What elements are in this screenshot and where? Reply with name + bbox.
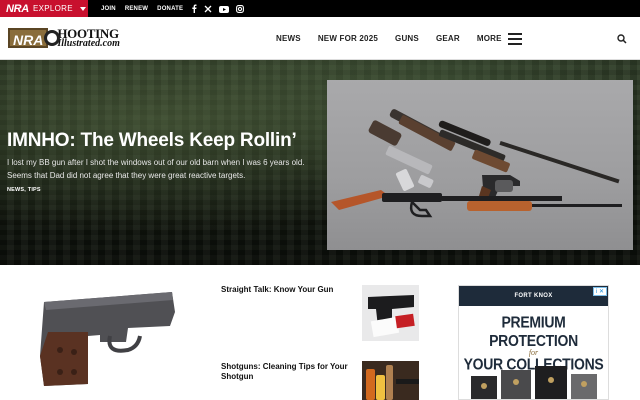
nav-new-for-2025[interactable]: NEW FOR 2025 <box>318 34 378 43</box>
x-icon[interactable] <box>204 0 212 18</box>
instagram-icon[interactable] <box>236 0 244 18</box>
feature-pistol-photo[interactable] <box>30 280 190 400</box>
ad-brand-bar: FORT KNOX <box>459 286 608 306</box>
search-icon <box>617 34 627 44</box>
logo-wordmark: HOOTING Illustrated.com <box>57 27 120 49</box>
hamburger-menu-icon[interactable] <box>507 32 522 45</box>
pistol-graphic <box>385 145 434 191</box>
logo-word-illustrated: Illustrated.com <box>57 38 120 49</box>
main-nav: NEWS NEW FOR 2025 GUNS GEAR MORE <box>276 17 539 60</box>
social-links <box>191 0 244 17</box>
explore-label: EXPLORE <box>32 4 73 13</box>
story-title-shotguns-cleaning[interactable]: Shotguns: Cleaning Tips for Your Shotgun <box>221 362 351 382</box>
ad-brand: FORT KNOX <box>514 293 553 299</box>
nav-more[interactable]: MORE <box>477 34 502 43</box>
nra-logo: NRA <box>6 2 29 15</box>
chevron-down-icon <box>79 6 86 11</box>
youtube-icon[interactable] <box>219 0 229 18</box>
nav-guns[interactable]: GUNS <box>395 34 419 43</box>
fort-knox-ad[interactable]: FORT KNOX i ✕ PREMIUM PROTECTION for YOU… <box>458 285 609 400</box>
site-header: NRA HOOTING Illustrated.com NEWS NEW FOR… <box>0 17 640 60</box>
hero-excerpt: I lost my BB gun after I shot the window… <box>7 158 305 180</box>
hero-tags[interactable]: NEWS, TIPS <box>7 187 41 193</box>
ad-headline-1: PREMIUM PROTECTION <box>489 312 578 350</box>
top-links: JOIN RENEW DONATE <box>101 0 183 17</box>
search-button[interactable] <box>610 27 634 51</box>
nav-news[interactable]: NEWS <box>276 34 301 43</box>
hero-title[interactable]: IMNHO: The Wheels Keep Rollin’ <box>7 130 297 152</box>
ad-choices-badge[interactable]: i ✕ <box>593 287 607 296</box>
story-title-straight-talk[interactable]: Straight Talk: Know Your Gun <box>221 285 351 295</box>
story-thumb-straight-talk[interactable] <box>362 285 419 341</box>
top-bar: NRA EXPLORE JOIN RENEW DONATE <box>0 0 640 17</box>
facebook-icon[interactable] <box>191 0 197 18</box>
nra-explore-menu[interactable]: NRA EXPLORE <box>0 0 88 17</box>
donate-link[interactable]: DONATE <box>157 6 183 12</box>
logo-nra-box: NRA <box>8 28 49 48</box>
story-thumb-shotguns-cleaning[interactable] <box>362 361 419 400</box>
join-link[interactable]: JOIN <box>101 6 116 12</box>
ad-safes-graphic <box>471 366 597 399</box>
shooting-illustrated-logo[interactable]: NRA HOOTING Illustrated.com <box>8 26 120 50</box>
renew-link[interactable]: RENEW <box>125 6 148 12</box>
hero-guns-photo[interactable] <box>327 80 633 250</box>
nav-gear[interactable]: GEAR <box>436 34 460 43</box>
lever-action-rifle-graphic <box>331 190 622 218</box>
hero-feature[interactable]: IMNHO: The Wheels Keep Rollin’ I lost my… <box>0 60 640 265</box>
